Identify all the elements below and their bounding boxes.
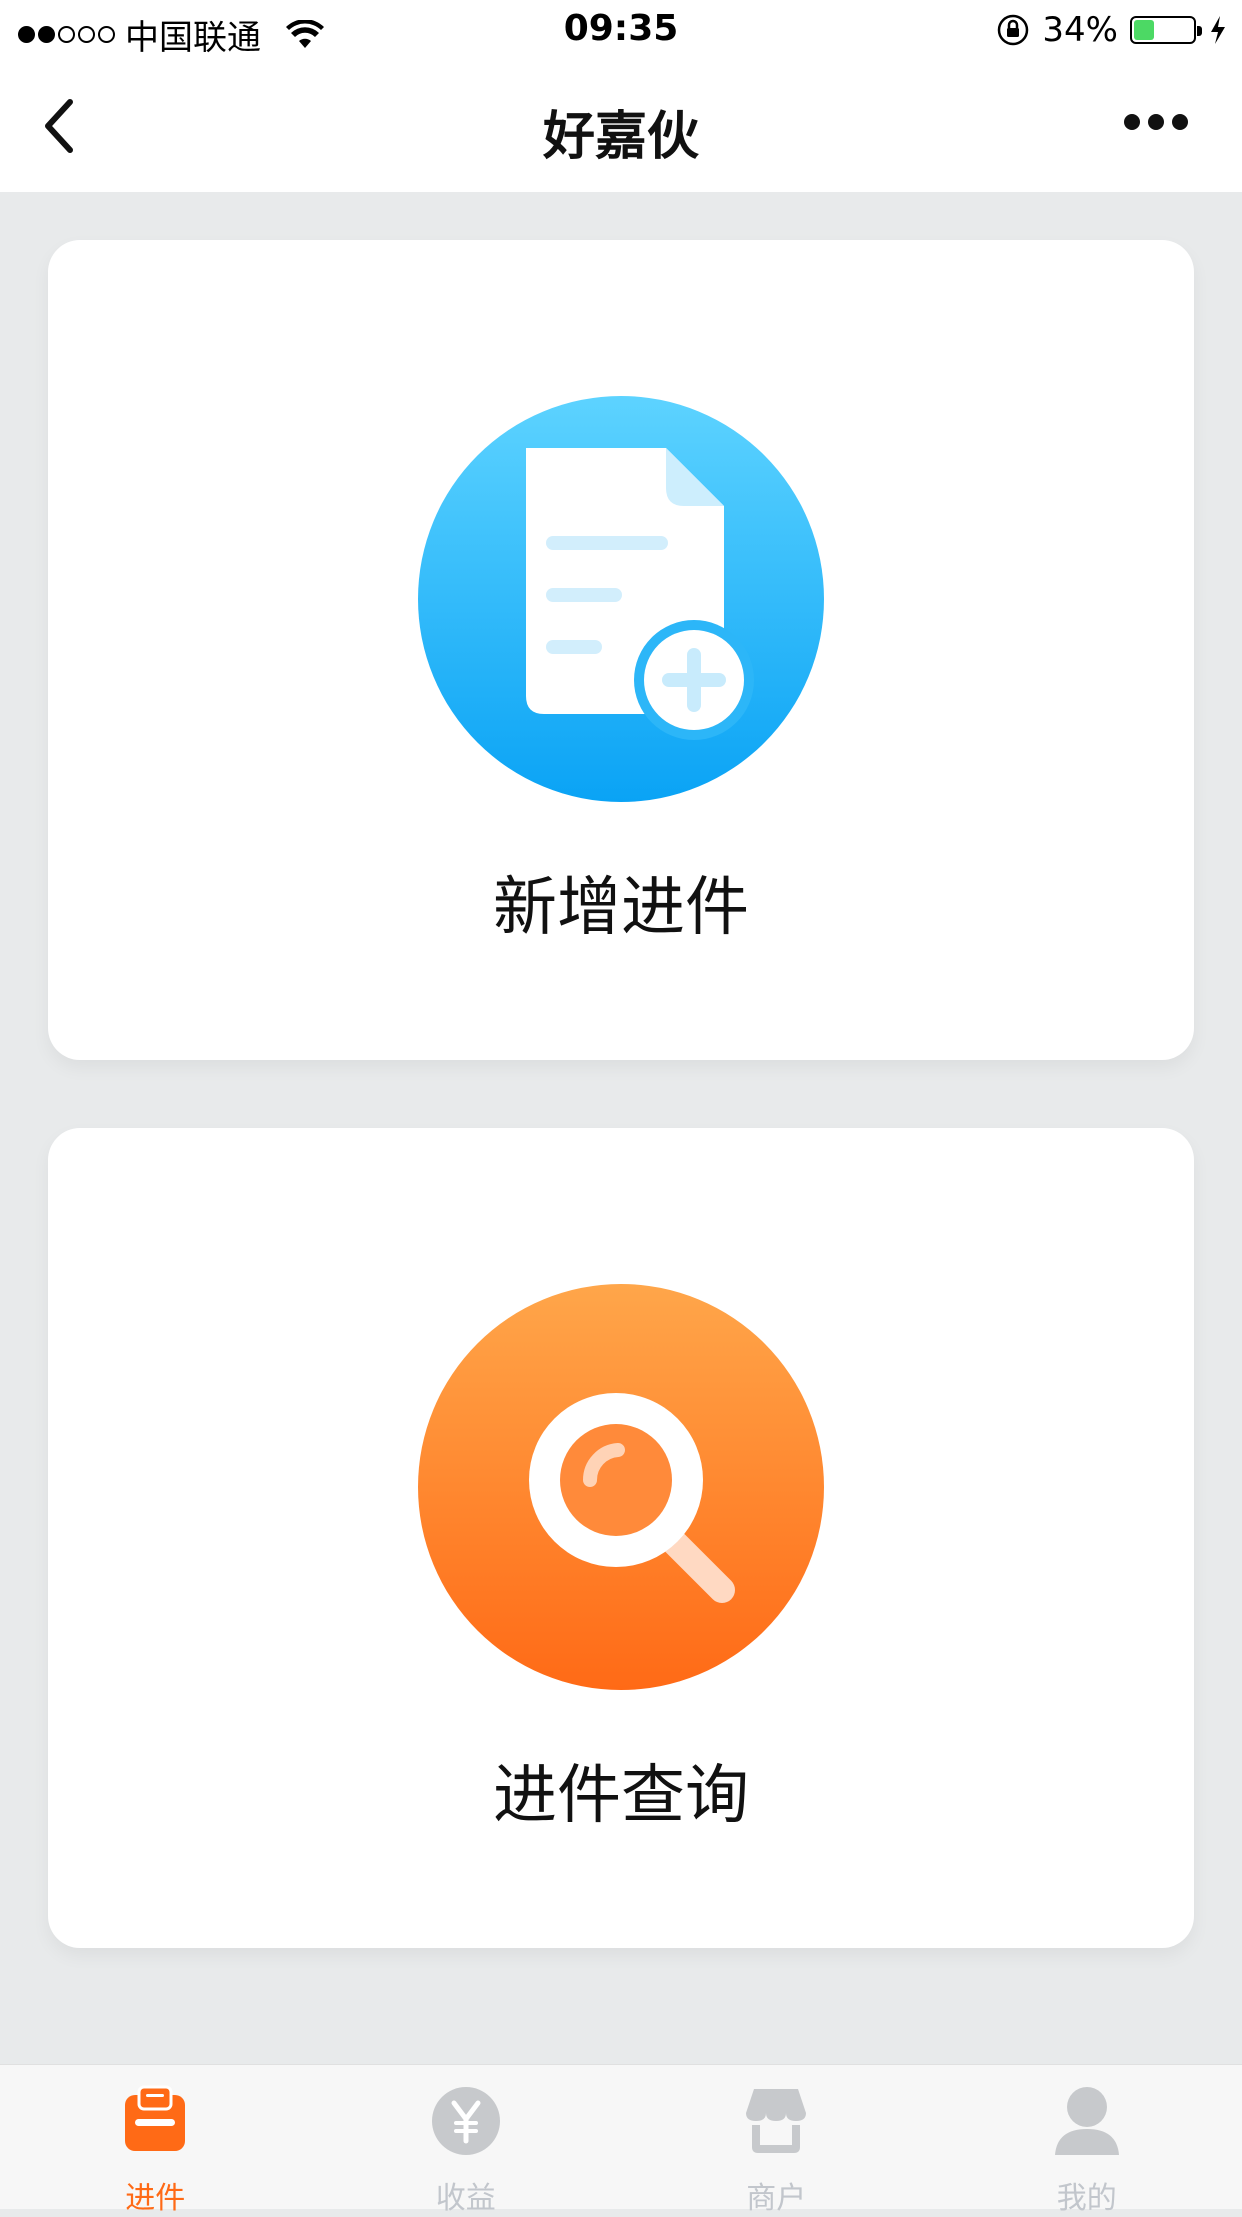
- charging-bolt-icon: [1208, 15, 1228, 45]
- user-icon: [1051, 2085, 1123, 2157]
- battery-fill: [1134, 20, 1154, 40]
- clipboard-icon: [119, 2085, 191, 2157]
- tab-bar: 进件 收益 商户 我的: [0, 2064, 1242, 2209]
- more-options-icon[interactable]: [1124, 114, 1188, 130]
- tab-label: 商户: [621, 2173, 932, 2217]
- orientation-lock-icon: [996, 13, 1030, 47]
- tab-profile[interactable]: 我的: [932, 2065, 1242, 2209]
- tab-label: 进件: [0, 2173, 311, 2217]
- document-add-icon: [418, 396, 824, 802]
- new-application-label: 新增进件: [48, 856, 1194, 948]
- tab-label: 收益: [311, 2173, 622, 2217]
- tab-earnings[interactable]: 收益: [311, 2065, 622, 2209]
- status-bar: 中国联通 09:35 34%: [0, 0, 1242, 60]
- application-query-label: 进件查询: [48, 1744, 1194, 1836]
- nav-bar: 好嘉伙: [0, 60, 1242, 192]
- new-application-card[interactable]: 新增进件: [48, 240, 1194, 1060]
- tab-applications[interactable]: 进件: [0, 2065, 311, 2209]
- page-title: 好嘉伙: [0, 94, 1242, 169]
- shop-icon: [740, 2085, 812, 2157]
- application-query-card[interactable]: 进件查询: [48, 1128, 1194, 1948]
- status-right: 34%: [996, 10, 1228, 50]
- yen-coin-icon: [430, 2085, 502, 2157]
- battery-percentage: 34%: [1042, 10, 1118, 50]
- search-icon: [418, 1284, 824, 1690]
- tab-label: 我的: [932, 2173, 1242, 2217]
- tab-merchants[interactable]: 商户: [621, 2065, 932, 2209]
- battery-icon: [1130, 16, 1196, 44]
